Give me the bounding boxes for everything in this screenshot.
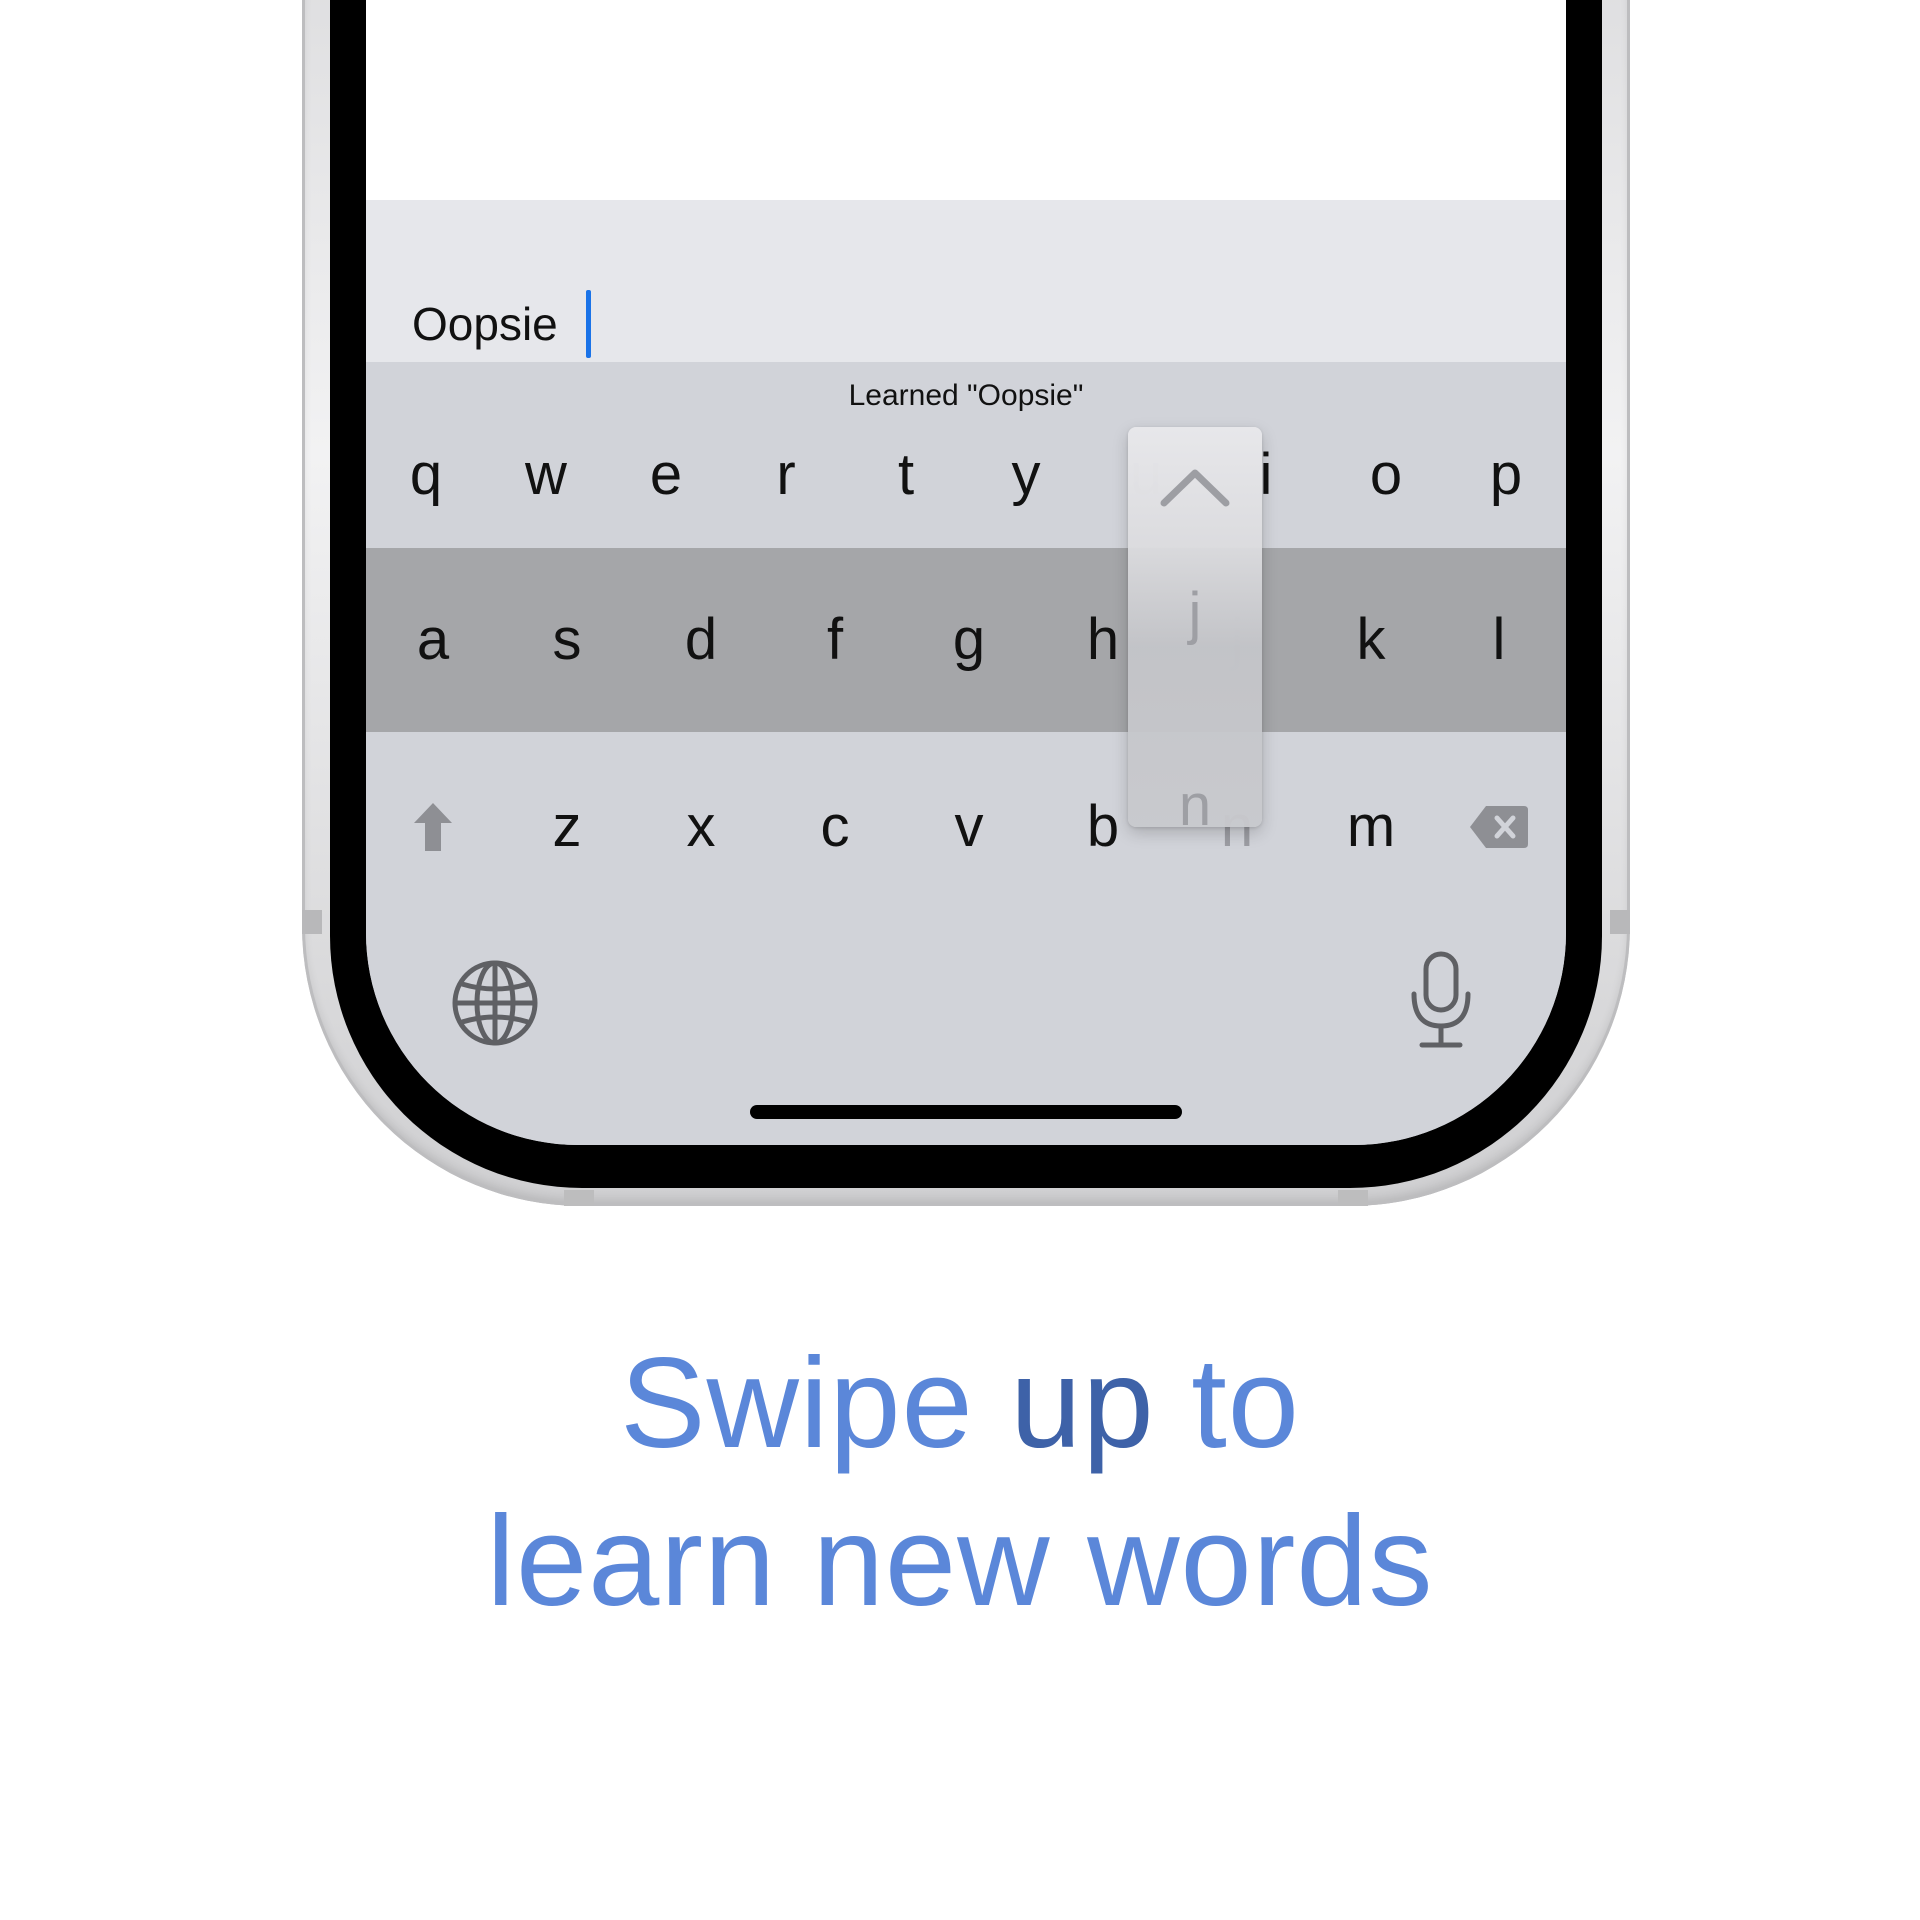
canvas: Oopsie Learned "Oopsie" q w e r t y u i … bbox=[0, 0, 1920, 1920]
key-label: g bbox=[952, 607, 986, 672]
key-label: s bbox=[552, 607, 582, 672]
frame-antenna-band-bottom-left bbox=[564, 1190, 594, 1206]
key-p[interactable]: p bbox=[1446, 402, 1566, 548]
key-s[interactable]: s bbox=[500, 548, 634, 732]
backspace-key[interactable] bbox=[1432, 732, 1566, 922]
chevron-up-icon bbox=[1160, 469, 1230, 507]
shift-arrow-icon bbox=[414, 803, 452, 851]
microphone-key[interactable] bbox=[1406, 950, 1476, 1050]
key-label: e bbox=[649, 442, 683, 507]
key-o[interactable]: o bbox=[1326, 402, 1446, 548]
key-label: k bbox=[1356, 607, 1386, 672]
key-label: w bbox=[525, 442, 567, 507]
frame-antenna-band-left bbox=[302, 910, 322, 934]
key-k[interactable]: k bbox=[1304, 548, 1438, 732]
key-d[interactable]: d bbox=[634, 548, 768, 732]
key-label: h bbox=[1086, 607, 1120, 672]
key-label: f bbox=[826, 607, 844, 672]
key-label: d bbox=[684, 607, 718, 672]
globe-icon bbox=[452, 960, 538, 1046]
key-label: a bbox=[416, 607, 450, 672]
caption-line-1-end: to bbox=[1154, 1332, 1300, 1475]
key-x[interactable]: x bbox=[634, 732, 768, 922]
frame-antenna-band-right bbox=[1610, 910, 1630, 934]
backspace-icon bbox=[1470, 806, 1528, 848]
key-row-1: q w e r t y u i o p bbox=[366, 402, 1566, 548]
key-c[interactable]: c bbox=[768, 732, 902, 922]
popup-letter-j: j bbox=[1188, 581, 1202, 646]
caption: Swipe up to learn new words bbox=[0, 1325, 1920, 1641]
swipe-up-popup[interactable]: j n bbox=[1128, 427, 1262, 835]
key-label: l bbox=[1492, 607, 1506, 672]
key-r[interactable]: r bbox=[726, 402, 846, 548]
keyboard: Learned "Oopsie" q w e r t y u i o p a s… bbox=[366, 362, 1566, 1145]
key-row-2: a s d f g h j k l bbox=[366, 548, 1566, 732]
key-t[interactable]: t bbox=[846, 402, 966, 548]
home-indicator[interactable] bbox=[750, 1105, 1182, 1119]
key-label: y bbox=[1011, 442, 1041, 507]
key-label: c bbox=[820, 794, 850, 859]
key-m[interactable]: m bbox=[1304, 732, 1438, 922]
key-g[interactable]: g bbox=[902, 548, 1036, 732]
caption-line-1-start: Swipe bbox=[620, 1332, 1011, 1475]
key-e[interactable]: e bbox=[606, 402, 726, 548]
key-z[interactable]: z bbox=[500, 732, 634, 922]
globe-key[interactable] bbox=[450, 958, 540, 1048]
key-label: o bbox=[1369, 442, 1403, 507]
key-y[interactable]: y bbox=[966, 402, 1086, 548]
key-w[interactable]: w bbox=[486, 402, 606, 548]
key-label: r bbox=[776, 442, 796, 507]
key-v[interactable]: v bbox=[902, 732, 1036, 922]
popup-letter-n: n bbox=[1178, 773, 1212, 838]
key-label: p bbox=[1489, 442, 1523, 507]
frame-antenna-band-bottom-right bbox=[1338, 1190, 1368, 1206]
key-l[interactable]: l bbox=[1432, 548, 1566, 732]
key-q[interactable]: q bbox=[366, 402, 486, 548]
text-caret bbox=[586, 290, 591, 358]
text-input-bar[interactable]: Oopsie bbox=[366, 200, 1566, 362]
key-label: v bbox=[954, 794, 984, 859]
key-label: x bbox=[686, 794, 716, 859]
microphone-icon bbox=[1411, 951, 1471, 1048]
caption-accent-word: up bbox=[1010, 1332, 1155, 1475]
key-a[interactable]: a bbox=[366, 548, 500, 732]
key-row-3: z x c v b n m bbox=[366, 732, 1566, 922]
caption-line-2: learn new words bbox=[486, 1490, 1434, 1633]
typed-text[interactable]: Oopsie bbox=[412, 298, 558, 350]
key-f[interactable]: f bbox=[768, 548, 902, 732]
caption-line-1: Swipe up to bbox=[0, 1325, 1920, 1483]
shift-key[interactable] bbox=[366, 732, 500, 922]
phone-screen: Oopsie Learned "Oopsie" q w e r t y u i … bbox=[366, 0, 1566, 1145]
key-label: b bbox=[1086, 794, 1120, 859]
key-label: q bbox=[409, 442, 443, 507]
key-label: t bbox=[897, 442, 915, 507]
key-label: z bbox=[552, 794, 582, 859]
app-content-area bbox=[366, 0, 1566, 200]
key-label: m bbox=[1346, 794, 1396, 859]
